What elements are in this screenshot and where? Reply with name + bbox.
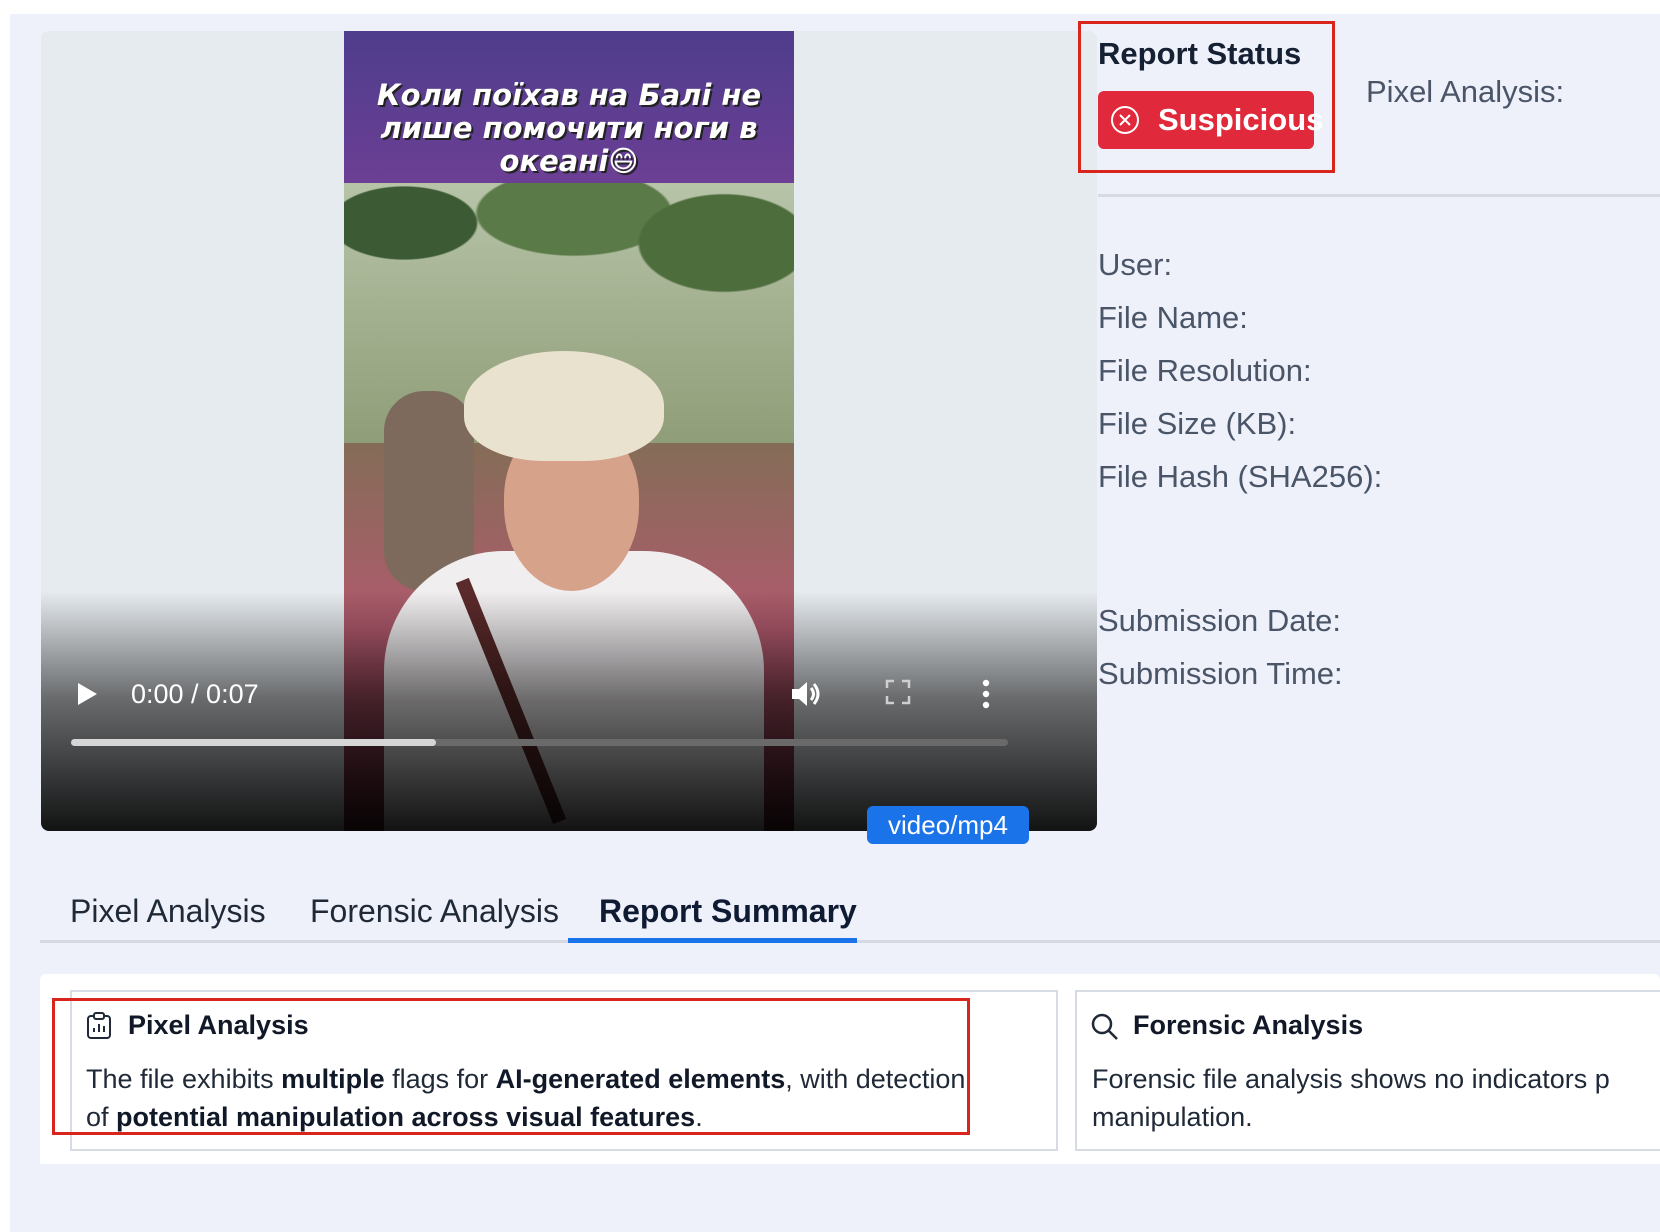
forensic-analysis-card-title: Forensic Analysis bbox=[1133, 1010, 1364, 1040]
status-badge: Suspicious bbox=[1098, 91, 1323, 149]
controls-shade bbox=[41, 591, 1097, 831]
tab-forensic-analysis[interactable]: Forensic Analysis bbox=[310, 893, 559, 930]
video-caption: Коли поїхав на Балі не лише помочити ног… bbox=[376, 78, 762, 178]
tab-report-summary[interactable]: Report Summary bbox=[599, 893, 857, 930]
report-status-title: Report Status bbox=[1098, 36, 1302, 71]
file-resolution-label: File Resolution: bbox=[1098, 353, 1312, 388]
x-circle-icon bbox=[1111, 106, 1139, 134]
video-player[interactable]: Коли поїхав на Балі не лише помочити ног… bbox=[41, 31, 1097, 831]
pixel-analysis-label: Pixel Analysis: bbox=[1366, 74, 1565, 109]
forensic-analysis-card-text: Forensic file analysis shows no indicato… bbox=[1092, 1064, 1610, 1132]
more-vertical-icon bbox=[982, 679, 990, 709]
progress-bar[interactable] bbox=[71, 739, 1008, 746]
status-label: Suspicious bbox=[1158, 102, 1324, 137]
page-bottom-strip bbox=[10, 1164, 1660, 1232]
pixel-analysis-highlight bbox=[52, 998, 970, 1135]
time-display: 0:00 / 0:07 bbox=[131, 679, 259, 709]
user-label: User: bbox=[1098, 247, 1173, 282]
fullscreen-button[interactable] bbox=[883, 677, 923, 713]
mime-type-badge: video/mp4 bbox=[867, 806, 1029, 844]
file-size-label: File Size (KB): bbox=[1098, 406, 1297, 441]
search-icon bbox=[1091, 1013, 1118, 1040]
divider bbox=[1098, 194, 1660, 197]
more-options-button[interactable] bbox=[971, 677, 1011, 713]
submission-date-label: Submission Date: bbox=[1098, 603, 1341, 638]
play-button[interactable] bbox=[75, 681, 103, 709]
tab-pixel-analysis[interactable]: Pixel Analysis bbox=[70, 893, 266, 930]
volume-button[interactable] bbox=[789, 677, 829, 713]
active-tab-indicator bbox=[568, 938, 857, 943]
play-icon bbox=[78, 683, 97, 705]
file-hash-label: File Hash (SHA256): bbox=[1098, 459, 1383, 494]
progress-fill bbox=[71, 739, 437, 746]
file-name-label: File Name: bbox=[1098, 300, 1248, 335]
fullscreen-icon bbox=[885, 679, 911, 705]
volume-icon bbox=[792, 682, 820, 706]
submission-time-label: Submission Time: bbox=[1098, 656, 1343, 691]
video-scene-hat bbox=[464, 351, 664, 461]
